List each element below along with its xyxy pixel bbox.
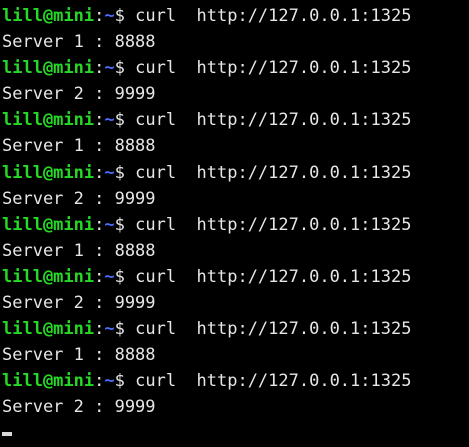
command-text: curl http://127.0.0.1:1325 <box>124 162 412 183</box>
prompt-user: lill@mini <box>2 319 95 340</box>
output-text: Server 1 : 8888 <box>2 136 156 157</box>
terminal-input-line[interactable] <box>2 421 469 447</box>
terminal-scrollback: lill@mini:~$ curl http://127.0.0.1:1325 S… <box>2 3 469 421</box>
terminal-output-line: Server 1 : 8888 <box>2 342 469 368</box>
command-text: curl http://127.0.0.1:1325 <box>124 214 412 235</box>
prompt-separator: : <box>94 214 105 235</box>
output-text: Server 2 : 9999 <box>2 188 156 209</box>
terminal-output-line: Server 1 : 8888 <box>2 238 469 264</box>
terminal-prompt-line: lill@mini:~$ curl http://127.0.0.1:1325 <box>2 107 469 133</box>
prompt-separator: : <box>94 266 105 287</box>
terminal-prompt-line: lill@mini:~$ curl http://127.0.0.1:1325 <box>2 3 469 29</box>
prompt-user: lill@mini <box>2 266 95 287</box>
prompt-path: ~ <box>104 266 115 287</box>
terminal-prompt-line: lill@mini:~$ curl http://127.0.0.1:1325 <box>2 368 469 394</box>
command-text: curl http://127.0.0.1:1325 <box>124 371 412 392</box>
prompt-path: ~ <box>104 110 115 131</box>
prompt-path: ~ <box>104 58 115 79</box>
prompt-sigil: $ <box>114 371 125 392</box>
prompt-sigil: $ <box>114 110 125 131</box>
prompt-user: lill@mini <box>2 371 95 392</box>
prompt-user: lill@mini <box>2 58 95 79</box>
prompt-separator: : <box>94 371 105 392</box>
prompt-path: ~ <box>104 319 115 340</box>
prompt-user: lill@mini <box>2 162 95 183</box>
terminal-prompt-line: lill@mini:~$ curl http://127.0.0.1:1325 <box>2 55 469 81</box>
command-text: curl http://127.0.0.1:1325 <box>124 6 412 26</box>
command-text: curl http://127.0.0.1:1325 <box>124 110 412 131</box>
terminal-prompt-line: lill@mini:~$ curl http://127.0.0.1:1325 <box>2 160 469 186</box>
prompt-user: lill@mini <box>2 110 95 131</box>
prompt-separator: : <box>94 162 105 183</box>
output-text: Server 1 : 8888 <box>2 345 156 366</box>
terminal-output-line: Server 1 : 8888 <box>2 133 469 159</box>
prompt-path: ~ <box>104 6 115 26</box>
terminal-output-line: Server 2 : 9999 <box>2 81 469 107</box>
output-text: Server 2 : 9999 <box>2 84 156 105</box>
terminal-prompt-line: lill@mini:~$ curl http://127.0.0.1:1325 <box>2 264 469 290</box>
prompt-separator: : <box>94 319 105 340</box>
output-text: Server 1 : 8888 <box>2 240 156 261</box>
terminal-output-line: Server 1 : 8888 <box>2 29 469 55</box>
output-text: Server 1 : 8888 <box>2 32 156 53</box>
prompt-sigil: $ <box>114 319 125 340</box>
prompt-sigil: $ <box>114 214 125 235</box>
prompt-sigil: $ <box>114 6 125 26</box>
terminal-output-line: Server 2 : 9999 <box>2 186 469 212</box>
prompt-path: ~ <box>104 371 115 392</box>
terminal-prompt-line: lill@mini:~$ curl http://127.0.0.1:1325 <box>2 212 469 238</box>
terminal-prompt-line: lill@mini:~$ curl http://127.0.0.1:1325 <box>2 316 469 342</box>
prompt-sigil: $ <box>114 58 125 79</box>
prompt-user: lill@mini <box>2 6 95 26</box>
prompt-path: ~ <box>104 162 115 183</box>
command-text: curl http://127.0.0.1:1325 <box>124 266 412 287</box>
output-text: Server 2 : 9999 <box>2 397 156 418</box>
prompt-sigil: $ <box>114 162 125 183</box>
text-cursor <box>2 431 12 436</box>
command-text: curl http://127.0.0.1:1325 <box>124 58 412 79</box>
terminal-window[interactable]: lill@mini:~$ curl http://127.0.0.1:1325 S… <box>0 0 469 436</box>
prompt-sigil: $ <box>114 266 125 287</box>
output-text: Server 2 : 9999 <box>2 293 156 314</box>
prompt-path: ~ <box>104 214 115 235</box>
prompt-separator: : <box>94 58 105 79</box>
prompt-separator: : <box>94 110 105 131</box>
prompt-user: lill@mini <box>2 214 95 235</box>
prompt-separator: : <box>94 6 105 26</box>
terminal-output-line: Server 2 : 9999 <box>2 290 469 316</box>
command-text: curl http://127.0.0.1:1325 <box>124 319 412 340</box>
terminal-output-line: Server 2 : 9999 <box>2 394 469 420</box>
